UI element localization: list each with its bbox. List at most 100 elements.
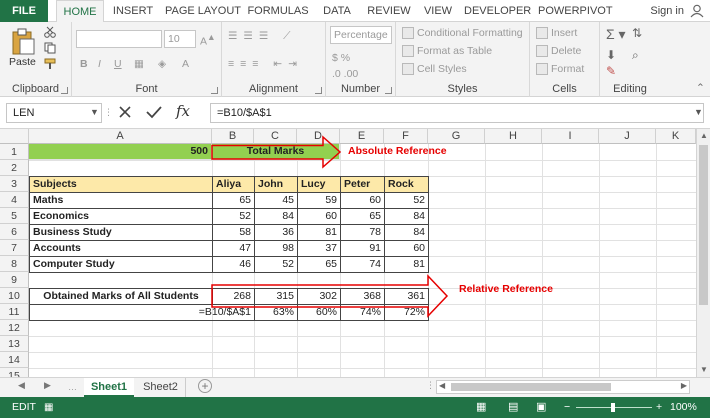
tab-file[interactable]: FILE bbox=[0, 0, 48, 22]
accounting-icon[interactable]: $ % bbox=[332, 52, 350, 64]
scroll-down-icon[interactable]: ▼ bbox=[700, 365, 708, 374]
sheet-tab-bar: ◀ ▶ … Sheet1 Sheet2 + ⋮ ◀ ▶ bbox=[0, 377, 710, 397]
annotation-arrows bbox=[211, 135, 449, 318]
zoom-slider-thumb[interactable] bbox=[611, 403, 615, 412]
macro-record-icon[interactable]: ▦ bbox=[44, 397, 53, 418]
tab-formulas[interactable]: FORMULAS bbox=[246, 0, 310, 22]
font-label: Font bbox=[135, 83, 158, 95]
new-sheet-icon[interactable]: + bbox=[198, 379, 212, 393]
decimal-icons[interactable]: .0 .00 bbox=[332, 68, 358, 80]
clipboard-launcher[interactable] bbox=[61, 87, 68, 94]
borders-icon[interactable]: ▦ bbox=[134, 58, 144, 70]
delete-cells-button[interactable]: Delete bbox=[536, 45, 581, 58]
format-as-table-button[interactable]: Format as Table bbox=[402, 45, 492, 58]
zoom-in-icon[interactable]: + bbox=[656, 397, 662, 418]
format-painter-icon[interactable] bbox=[44, 58, 56, 70]
styles-label: Styles bbox=[447, 83, 478, 95]
number-launcher[interactable] bbox=[385, 87, 392, 94]
font-name-box[interactable] bbox=[76, 30, 162, 48]
tab-data[interactable]: DATA bbox=[316, 0, 358, 22]
font-size-box[interactable]: 10 bbox=[164, 30, 196, 48]
zoom-level[interactable]: 100% bbox=[670, 397, 697, 418]
vertical-scrollbar[interactable]: ▲ ▼ bbox=[696, 129, 710, 377]
next-sheet-icon[interactable]: ▶ bbox=[44, 380, 51, 391]
page-layout-view-icon[interactable]: ▤ bbox=[508, 397, 518, 418]
underline-icon[interactable]: U bbox=[114, 58, 122, 70]
tab-home[interactable]: HOME bbox=[56, 0, 104, 23]
sign-in-link[interactable]: Sign in bbox=[650, 0, 684, 22]
group-cells: Insert Delete Format Cells bbox=[530, 22, 600, 97]
tab-powerpivot[interactable]: POWERPIVOT bbox=[538, 0, 613, 22]
format-cells-button[interactable]: Format bbox=[536, 63, 584, 76]
insert-function-button[interactable]: fx bbox=[176, 102, 190, 120]
number-format-value: Percentage bbox=[334, 29, 388, 41]
autosum-icon[interactable]: Σ ▾ bbox=[606, 26, 626, 43]
number-format-dropdown[interactable]: Percentage bbox=[330, 26, 392, 44]
conditional-formatting-button[interactable]: Conditional Formatting bbox=[402, 27, 523, 40]
scroll-up-icon[interactable]: ▲ bbox=[700, 131, 708, 140]
align-horizontal-icons[interactable]: ≡≡≡ ⇤⇥ bbox=[228, 58, 303, 70]
tab-developer[interactable]: DEVELOPER bbox=[464, 0, 531, 22]
horizontal-scroll-thumb[interactable] bbox=[451, 383, 611, 391]
prev-sheet-icon[interactable]: ◀ bbox=[18, 380, 25, 391]
grow-font-icon[interactable]: A▲ bbox=[200, 32, 216, 48]
clear-icon[interactable]: ✎ bbox=[606, 64, 616, 78]
cut-icon[interactable] bbox=[44, 26, 56, 38]
zoom-out-icon[interactable]: − bbox=[564, 397, 570, 418]
user-avatar-icon[interactable] bbox=[690, 4, 704, 18]
status-bar: EDIT ▦ ▦ ▤ ▣ − + 100% bbox=[0, 397, 710, 418]
tab-split-dots-icon[interactable]: ⋮ bbox=[426, 380, 435, 391]
bold-icon[interactable]: B bbox=[80, 58, 88, 70]
fill-icon[interactable]: ⬇ bbox=[606, 48, 616, 62]
sheet-menu-dots-icon[interactable]: … bbox=[68, 382, 77, 392]
enter-check-icon[interactable] bbox=[146, 105, 162, 119]
paste-button[interactable]: Paste bbox=[9, 56, 36, 68]
tab-view[interactable]: VIEW bbox=[420, 0, 456, 22]
sheet-tab-sheet2[interactable]: Sheet2 bbox=[136, 378, 186, 397]
format-cells-icon bbox=[536, 63, 548, 76]
cancel-icon[interactable] bbox=[118, 105, 132, 119]
cell-styles-button[interactable]: Cell Styles bbox=[402, 63, 467, 76]
ribbon: Paste Clipboard 10 A▲ B I U ▦ ◈ A Font ☰… bbox=[0, 22, 710, 97]
status-mode: EDIT bbox=[12, 401, 36, 413]
sort-filter-icon[interactable]: ⇅ bbox=[632, 26, 642, 40]
page-break-view-icon[interactable]: ▣ bbox=[536, 397, 546, 418]
normal-view-icon[interactable]: ▦ bbox=[476, 397, 486, 418]
group-styles: Conditional Formatting Format as Table C… bbox=[396, 22, 530, 97]
scroll-right-icon[interactable]: ▶ bbox=[681, 381, 687, 390]
font-launcher[interactable] bbox=[211, 87, 218, 94]
group-font: 10 A▲ B I U ▦ ◈ A Font bbox=[72, 22, 222, 97]
group-clipboard: Paste Clipboard bbox=[0, 22, 72, 97]
horizontal-scrollbar[interactable]: ◀ ▶ bbox=[436, 380, 690, 394]
copy-icon[interactable] bbox=[44, 42, 56, 54]
collapse-ribbon-icon[interactable]: ⌃ bbox=[696, 82, 705, 94]
relative-reference-note: Relative Reference bbox=[459, 283, 553, 295]
align-top-icons[interactable]: ☰☰☰ ⟋ bbox=[228, 30, 297, 43]
alignment-launcher[interactable] bbox=[315, 87, 322, 94]
italic-icon[interactable]: I bbox=[98, 58, 101, 70]
paste-icon[interactable] bbox=[10, 28, 36, 56]
absolute-reference-arrow bbox=[211, 135, 342, 169]
tab-review[interactable]: REVIEW bbox=[364, 0, 414, 22]
worksheet-grid: A B C D E F G H I J K 1 2 3 4 5 6 7 8 9 … bbox=[0, 129, 696, 377]
insert-cells-button[interactable]: Insert bbox=[536, 27, 577, 40]
insert-cells-icon bbox=[536, 27, 548, 40]
name-box-dropdown-icon[interactable]: ▼ bbox=[90, 107, 99, 117]
name-box[interactable]: LEN bbox=[6, 103, 102, 123]
formula-bar-grip-icon: ⋮ bbox=[104, 107, 113, 117]
formula-input[interactable]: =B10/$A$1 bbox=[210, 103, 704, 123]
formula-bar: LEN ▼ ⋮ fx =B10/$A$1 ▼ bbox=[0, 97, 710, 129]
find-select-icon[interactable]: ⌕ bbox=[632, 48, 639, 63]
fill-color-icon[interactable]: ◈ bbox=[158, 58, 166, 70]
expand-formula-icon[interactable]: ▼ bbox=[694, 107, 703, 117]
sheet-tab-sheet1[interactable]: Sheet1 bbox=[84, 378, 134, 397]
group-editing: Σ ▾ ⇅ ⬇ ⌕ ✎ Editing bbox=[600, 22, 660, 97]
tab-page-layout[interactable]: PAGE LAYOUT bbox=[164, 0, 242, 22]
scroll-left-icon[interactable]: ◀ bbox=[439, 381, 445, 390]
vertical-scroll-thumb[interactable] bbox=[699, 145, 708, 305]
delete-cells-icon bbox=[536, 45, 548, 58]
tab-insert[interactable]: INSERT bbox=[108, 0, 158, 22]
relative-reference-arrow bbox=[211, 274, 449, 318]
ribbon-tab-bar: FILE HOME INSERT PAGE LAYOUT FORMULAS DA… bbox=[0, 0, 710, 23]
font-color-icon[interactable]: A bbox=[182, 58, 189, 70]
